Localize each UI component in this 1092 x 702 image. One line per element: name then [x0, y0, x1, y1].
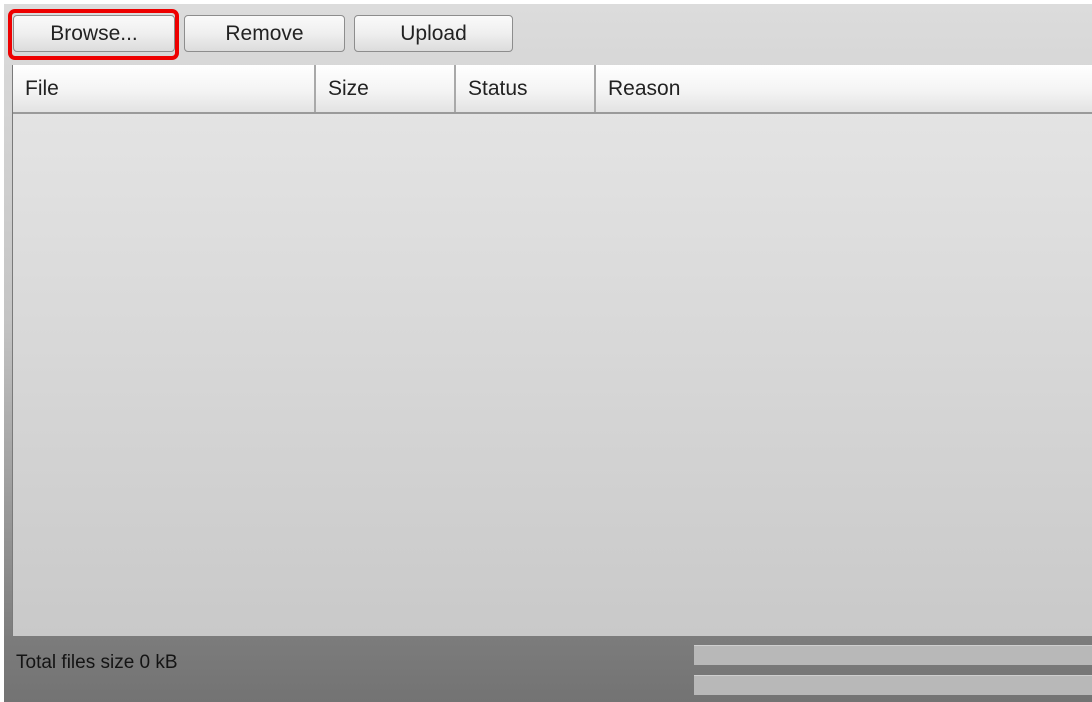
status-footer: Total files size 0 kB [4, 636, 1092, 702]
browse-button[interactable]: Browse... [13, 15, 175, 52]
column-header-size[interactable]: Size [316, 65, 456, 112]
column-header-file[interactable]: File [13, 65, 316, 112]
file-list-grid[interactable]: File Size Status Reason [12, 65, 1092, 636]
total-progress-bar [694, 675, 1092, 695]
column-header-reason[interactable]: Reason [596, 65, 1092, 112]
upload-button[interactable]: Upload [354, 15, 513, 52]
toolbar: Browse... Remove Upload [4, 4, 1092, 64]
column-header-status[interactable]: Status [456, 65, 596, 112]
file-progress-bar [694, 645, 1092, 665]
remove-button[interactable]: Remove [184, 15, 345, 52]
total-files-size-label: Total files size 0 kB [16, 652, 178, 673]
grid-header: File Size Status Reason [13, 65, 1092, 114]
upload-panel: Browse... Remove Upload File Size Status… [4, 4, 1092, 702]
grid-body-empty[interactable] [13, 114, 1092, 636]
